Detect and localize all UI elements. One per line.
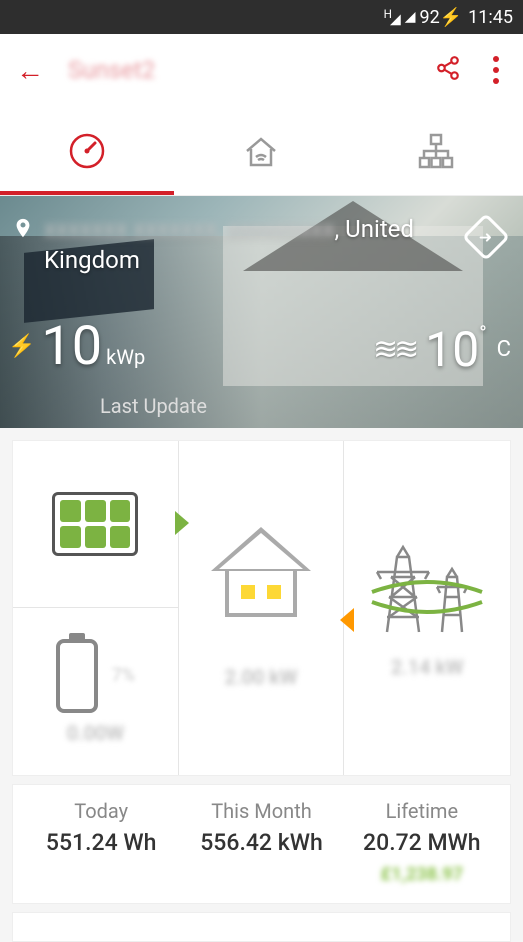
tab-layout[interactable] xyxy=(349,106,523,195)
signal-icon: ◢ xyxy=(405,9,414,25)
back-button[interactable]: ← xyxy=(16,54,44,87)
solar-value: 0.00W xyxy=(67,721,124,745)
android-status-bar: H◢ ◢ 92⚡ 11:45 xyxy=(0,0,523,34)
tab-home[interactable] xyxy=(174,106,348,195)
stat-month: This Month 556.42 kWh xyxy=(181,799,341,885)
stat-today: Today 551.24 Wh xyxy=(21,799,181,885)
power-value: 10 xyxy=(41,315,102,378)
location-pin-icon xyxy=(12,214,34,242)
app-bar: ← Sunset2 xyxy=(0,34,523,106)
fog-icon: ≋≋ xyxy=(373,332,415,367)
stat-month-value: 556.42 kWh xyxy=(200,829,323,856)
battery-cell: 7% 0.00W xyxy=(13,608,178,775)
signal-h-icon: H◢ xyxy=(384,7,399,28)
stat-lifetime: Lifetime 20.72 MWh £1,238.97 xyxy=(342,799,502,885)
tab-dashboard[interactable] xyxy=(0,106,174,195)
temperature-unit: C xyxy=(497,337,511,362)
energy-flow-card[interactable]: 7% 0.00W 2.00 kW 2.14 kW xyxy=(12,440,511,776)
house-value: 2.00 kW xyxy=(225,665,298,689)
stat-lifetime-label: Lifetime xyxy=(386,799,459,823)
stat-today-label: Today xyxy=(74,799,128,823)
power-unit: kWp xyxy=(106,345,145,369)
house-icon xyxy=(211,527,311,617)
stat-month-label: This Month xyxy=(211,799,312,823)
tab-bar xyxy=(0,106,523,196)
sitemap-icon xyxy=(416,131,456,171)
weather: ≋≋ 10° C xyxy=(373,321,511,378)
next-card[interactable] xyxy=(12,912,511,942)
bolt-icon: ⚡ xyxy=(8,334,35,359)
last-update-label: Last Update xyxy=(100,394,207,418)
share-button[interactable] xyxy=(435,55,461,85)
location-text: xxxxxxx xxxxxxx, xxxxxxxxx, United Kingd… xyxy=(44,214,459,276)
grid-value: 2.14 kW xyxy=(391,655,464,679)
grid-pylon-icon xyxy=(367,537,487,647)
system-power: ⚡ 10 kWp xyxy=(8,315,145,378)
grid-cell: 2.14 kW xyxy=(344,441,510,775)
temperature-value: 10° xyxy=(425,321,486,378)
overflow-menu-button[interactable] xyxy=(485,52,507,88)
house-cell: 2.00 kW xyxy=(179,441,345,775)
battery-icon xyxy=(56,639,98,713)
stat-today-value: 551.24 Wh xyxy=(46,829,157,856)
flow-arrow-right-icon xyxy=(175,511,189,535)
production-stats-card[interactable]: Today 551.24 Wh This Month 556.42 kWh Li… xyxy=(12,784,511,904)
directions-button[interactable]: ➜ xyxy=(462,213,510,261)
site-hero: xxxxxxx xxxxxxx, xxxxxxxxx, United Kingd… xyxy=(0,196,523,428)
gauge-icon xyxy=(67,131,107,171)
home-wifi-icon xyxy=(241,131,281,171)
battery-percent-value: 7% xyxy=(112,665,135,686)
page-title: Sunset2 xyxy=(68,56,411,84)
solar-panel-icon xyxy=(52,492,138,556)
flow-arrow-left-icon xyxy=(340,608,354,632)
solar-cell xyxy=(13,441,178,608)
battery-percent: 92⚡ xyxy=(420,7,463,28)
status-time: 11:45 xyxy=(468,7,513,28)
stat-lifetime-savings: £1,238.97 xyxy=(381,864,463,885)
stat-lifetime-value: 20.72 MWh xyxy=(363,829,481,856)
